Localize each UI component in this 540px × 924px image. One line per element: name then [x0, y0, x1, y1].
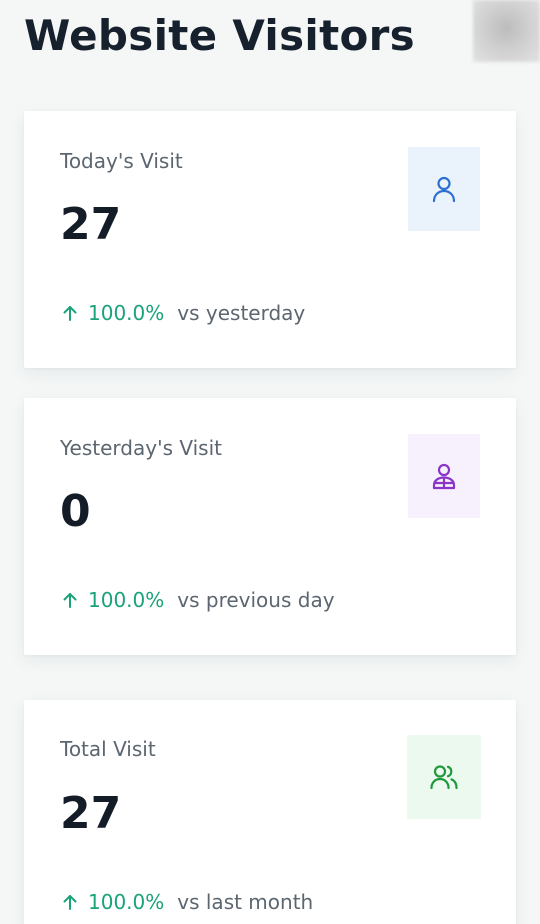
stat-card-value: 27 — [60, 788, 122, 839]
stat-icon-box — [408, 434, 480, 518]
stat-card-yesterdays-visit: Yesterday's Visit 0 100.0% vs previous d… — [24, 398, 516, 655]
user-badge-icon — [432, 463, 456, 490]
stat-card-trend: 100.0% vs last month — [60, 889, 313, 915]
trend-percent: 100.0% — [88, 588, 165, 612]
trend-percent: 100.0% — [88, 890, 165, 914]
arrow-up-icon — [60, 590, 80, 610]
stat-card-trend: 100.0% vs previous day — [60, 587, 335, 613]
stat-card-total-visit: Total Visit 27 100.0% vs last month — [24, 700, 516, 924]
avatar[interactable] — [473, 0, 540, 62]
page-title: Website Visitors — [24, 11, 415, 60]
arrow-up-icon — [60, 892, 80, 912]
stat-card-value: 27 — [60, 199, 122, 250]
stat-card-label: Yesterday's Visit — [60, 436, 222, 460]
stat-icon-box — [407, 735, 481, 819]
stat-card-todays-visit: Today's Visit 27 100.0% vs yesterday — [24, 111, 516, 368]
stat-icon-box — [408, 147, 480, 231]
trend-comparison: vs previous day — [177, 588, 335, 612]
stat-card-label: Total Visit — [60, 737, 156, 761]
user-icon — [432, 176, 456, 203]
arrow-up-icon — [60, 303, 80, 323]
users-icon — [430, 765, 458, 790]
stat-card-trend: 100.0% vs yesterday — [60, 300, 305, 326]
stat-card-value: 0 — [60, 486, 91, 537]
trend-comparison: vs yesterday — [177, 301, 306, 325]
stat-card-label: Today's Visit — [60, 149, 183, 173]
trend-comparison: vs last month — [177, 890, 314, 914]
trend-percent: 100.0% — [88, 301, 165, 325]
page: Website Visitors Today's Visit 27 100.0%… — [0, 0, 540, 924]
